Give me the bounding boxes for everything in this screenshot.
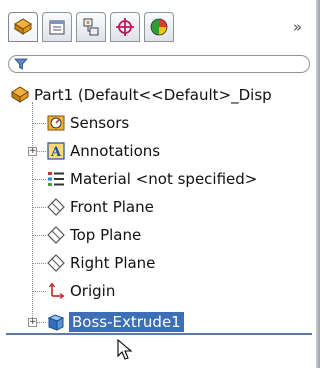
- rollback-bar[interactable]: [6, 333, 312, 335]
- display-manager-tab[interactable]: [144, 12, 174, 42]
- svg-text:A: A: [50, 145, 62, 160]
- origin-icon: [46, 281, 66, 301]
- tree-item-top-plane[interactable]: Top Plane: [46, 222, 141, 248]
- mouse-pointer-icon: [117, 339, 133, 360]
- feature-manager-tab[interactable]: [8, 12, 38, 42]
- tree-item-sensors[interactable]: Sensors: [46, 110, 129, 136]
- plane-icon: [46, 197, 66, 217]
- tree-item-annotations[interactable]: A Annotations: [46, 138, 160, 164]
- tree-connector: [32, 102, 33, 322]
- tree-root-part[interactable]: Part1 (Default<<Default>_Disp: [10, 82, 272, 108]
- part-icon: [10, 85, 30, 105]
- annotations-expander[interactable]: +: [28, 147, 37, 156]
- boss-extrude-icon: [46, 312, 66, 332]
- panel-border: [316, 0, 320, 368]
- feature-manager-panel: » Part1 (Default<<Default>_Disp Sensors …: [0, 0, 316, 368]
- more-tabs-chevron[interactable]: »: [293, 18, 302, 36]
- dimxpert-manager-tab[interactable]: [110, 12, 140, 42]
- plane-icon: [46, 225, 66, 245]
- tree-root-label: Part1 (Default<<Default>_Disp: [34, 86, 272, 104]
- sensor-icon: [46, 113, 66, 133]
- boss-extrude-label-selected: Boss-Extrude1: [69, 312, 184, 332]
- tree-item-origin[interactable]: Origin: [46, 278, 115, 304]
- tree-item-front-plane[interactable]: Front Plane: [46, 194, 154, 220]
- property-manager-tab[interactable]: [42, 12, 72, 42]
- crosshair-icon: [116, 18, 134, 36]
- annotations-icon: A: [46, 141, 66, 161]
- manager-tab-bar: »: [6, 6, 312, 46]
- material-icon: [46, 169, 66, 189]
- plane-icon: [46, 253, 66, 273]
- display-pie-icon: [150, 18, 168, 36]
- configuration-icon: [83, 18, 99, 36]
- filter-funnel-icon: [14, 58, 28, 70]
- configuration-manager-tab[interactable]: [76, 12, 106, 42]
- boss-extrude-expander[interactable]: +: [28, 318, 37, 327]
- tree-filter-input[interactable]: [8, 55, 310, 73]
- tree-item-boss-extrude[interactable]: Boss-Extrude1: [46, 309, 184, 335]
- property-icon: [49, 20, 65, 35]
- tree-item-right-plane[interactable]: Right Plane: [46, 250, 155, 276]
- tree-item-material[interactable]: Material <not specified>: [46, 166, 257, 192]
- feature-tree-icon: [14, 18, 32, 35]
